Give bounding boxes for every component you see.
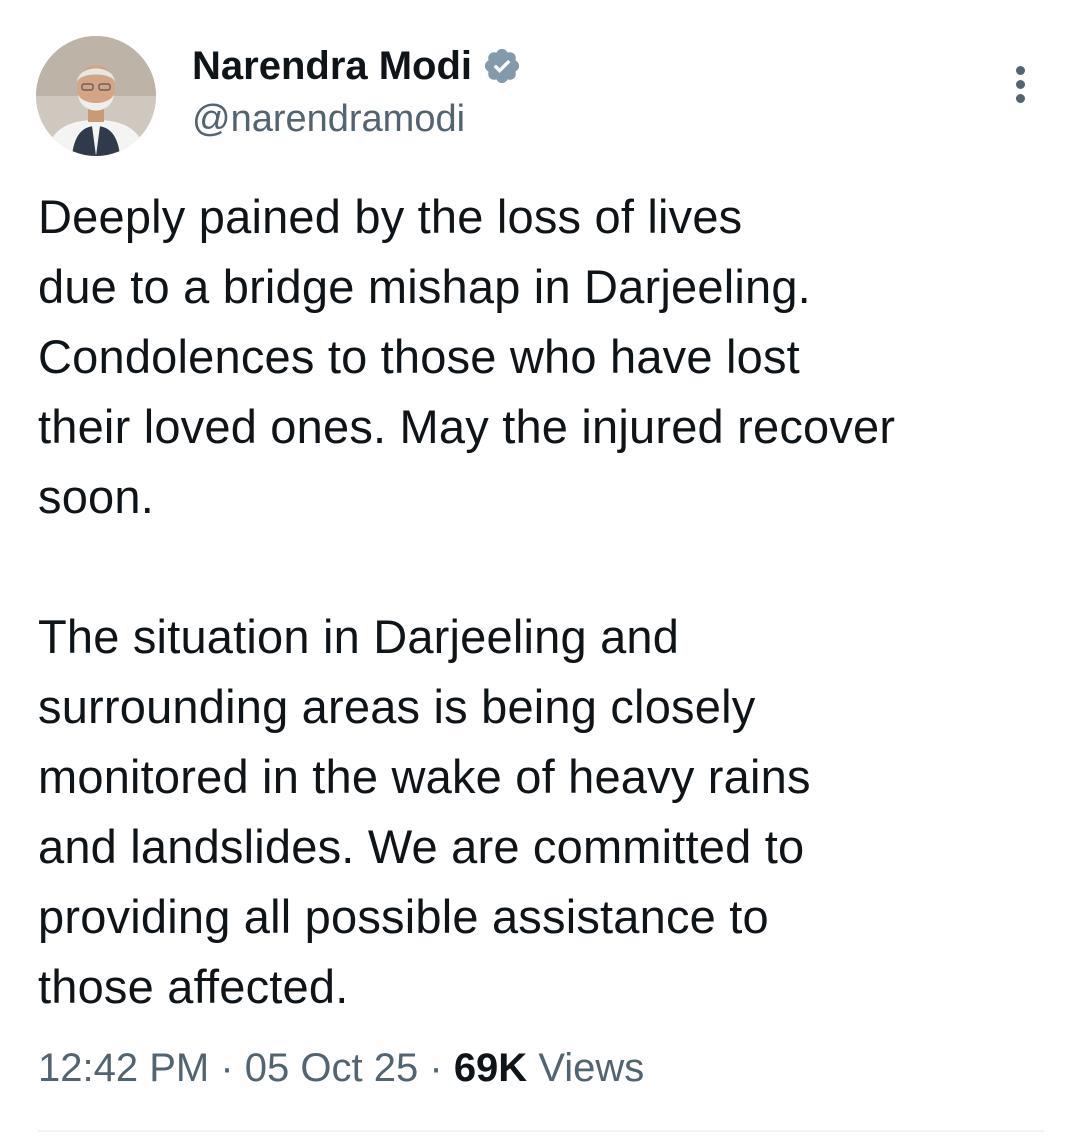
views-count: 69K [453, 1046, 528, 1090]
ellipsis-dot [1015, 79, 1025, 89]
meta-separator: · [220, 1046, 234, 1090]
tweet-paragraph-1: Deeply pained by the loss of lives due t… [38, 190, 896, 523]
author-display-name[interactable]: Narendra Modi [192, 38, 472, 94]
tweet-text: Deeply pained by the loss of lives due t… [38, 182, 1058, 1022]
tweet-date[interactable]: 05 Oct 25 [245, 1046, 418, 1090]
views-label: Views [538, 1046, 645, 1090]
ellipsis-vertical-icon [1015, 65, 1025, 75]
tweet-meta: 12:42 PM · 05 Oct 25 · 69K Views [38, 1040, 644, 1096]
ellipsis-dot [1015, 93, 1025, 103]
profile-photo [36, 36, 156, 156]
avatar[interactable] [36, 36, 156, 156]
author-handle[interactable]: @narendramodi [192, 94, 465, 144]
meta-separator: · [429, 1046, 443, 1090]
author-name-row: Narendra Modi [192, 38, 522, 94]
divider [38, 1130, 1044, 1132]
more-options-button[interactable] [996, 56, 1044, 112]
tweet-card: Narendra Modi @narendramodi Deeply paine… [0, 0, 1080, 1136]
verified-badge-icon[interactable] [482, 46, 522, 86]
tweet-paragraph-2: The situation in Darjeeling and surround… [38, 610, 811, 1013]
tweet-time[interactable]: 12:42 PM [38, 1046, 209, 1090]
